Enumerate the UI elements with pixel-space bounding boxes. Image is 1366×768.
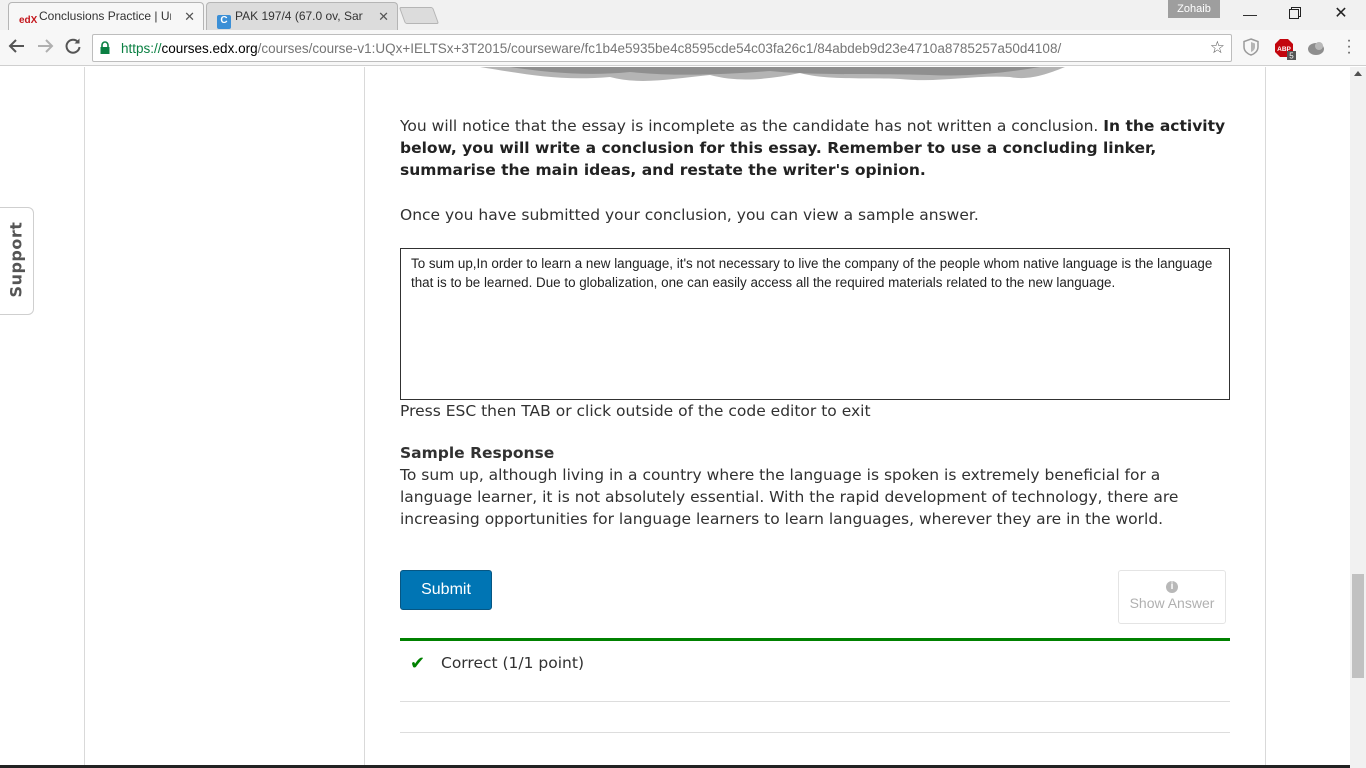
tab-title: Conclusions Practice | Ur: [39, 9, 171, 23]
restore-icon[interactable]: [1280, 4, 1310, 24]
menu-dots-icon[interactable]: · · ·: [1344, 33, 1354, 61]
left-column-divider: [84, 67, 85, 768]
cricket-favicon: C: [217, 15, 231, 29]
bookmark-star-icon[interactable]: ☆: [1210, 38, 1225, 58]
sample-response-heading: Sample Response: [400, 444, 555, 462]
edx-favicon: edX: [19, 15, 38, 26]
page-scrollbar[interactable]: [1350, 67, 1366, 768]
page-viewport: Support You will notice that the essay i…: [0, 67, 1350, 768]
lock-icon: [100, 41, 110, 54]
divider: [400, 732, 1230, 733]
minimize-icon[interactable]: —: [1235, 4, 1265, 24]
extension-badge: 5: [1289, 52, 1294, 61]
reload-icon[interactable]: [62, 37, 84, 59]
divider: [400, 701, 1230, 702]
scrollbar-thumb[interactable]: [1352, 574, 1364, 678]
instructions-paragraph: You will notice that the essay is incomp…: [400, 115, 1230, 181]
instructions-text: You will notice that the essay is incomp…: [400, 117, 1104, 135]
conclusion-editor[interactable]: To sum up,In order to learn a new langua…: [400, 248, 1230, 400]
editor-exit-hint: Press ESC then TAB or click outside of t…: [400, 402, 871, 420]
back-arrow-icon[interactable]: [6, 37, 28, 59]
checkmark-icon: ✔: [410, 653, 426, 674]
scroll-up-arrow-icon[interactable]: [1354, 71, 1362, 76]
support-label: Support: [6, 221, 26, 298]
right-column-divider: [1265, 67, 1266, 768]
sample-response-text: To sum up, although living in a country …: [400, 466, 1179, 528]
show-answer-button[interactable]: i Show Answer: [1118, 570, 1226, 624]
status-text: Correct (1/1 point): [441, 654, 584, 672]
submit-button[interactable]: Submit: [400, 570, 492, 610]
new-tab-button[interactable]: [398, 7, 440, 24]
sidebar-divider: [364, 67, 365, 768]
url-text: https://courses.edx.org/courses/course-v…: [121, 41, 1062, 56]
tab-cricket-score[interactable]: C PAK 197/4 (67.0 ov, Sarfr ✕: [206, 2, 398, 30]
essay-image-fragment: [480, 67, 1065, 81]
extension-puzzle-icon[interactable]: [1306, 38, 1326, 58]
tab-conclusions-practice[interactable]: edX Conclusions Practice | Ur ✕: [8, 2, 204, 30]
shield-extension-icon[interactable]: [1242, 38, 1262, 58]
browser-toolbar: https://courses.edx.org/courses/course-v…: [0, 30, 1366, 66]
forward-arrow-icon[interactable]: [34, 37, 56, 59]
close-icon[interactable]: ✕: [378, 9, 389, 25]
adblock-extension-icon[interactable]: ABP 5: [1274, 38, 1296, 61]
profile-button[interactable]: Zohaib: [1168, 0, 1220, 18]
browser-tabstrip: edX Conclusions Practice | Ur ✕ C PAK 197/…: [0, 0, 1366, 30]
close-window-icon[interactable]: ✕: [1326, 4, 1356, 24]
show-answer-label: Show Answer: [1129, 595, 1215, 611]
submission-note: Once you have submitted your conclusion,…: [400, 206, 979, 224]
close-icon[interactable]: ✕: [184, 9, 195, 25]
support-tab[interactable]: Support: [0, 207, 34, 315]
info-icon: i: [1166, 581, 1178, 593]
address-bar[interactable]: https://courses.edx.org/courses/course-v…: [92, 34, 1232, 62]
tab-title: PAK 197/4 (67.0 ov, Sarfr: [235, 9, 363, 23]
grading-status: ✔ Correct (1/1 point): [400, 641, 1230, 701]
